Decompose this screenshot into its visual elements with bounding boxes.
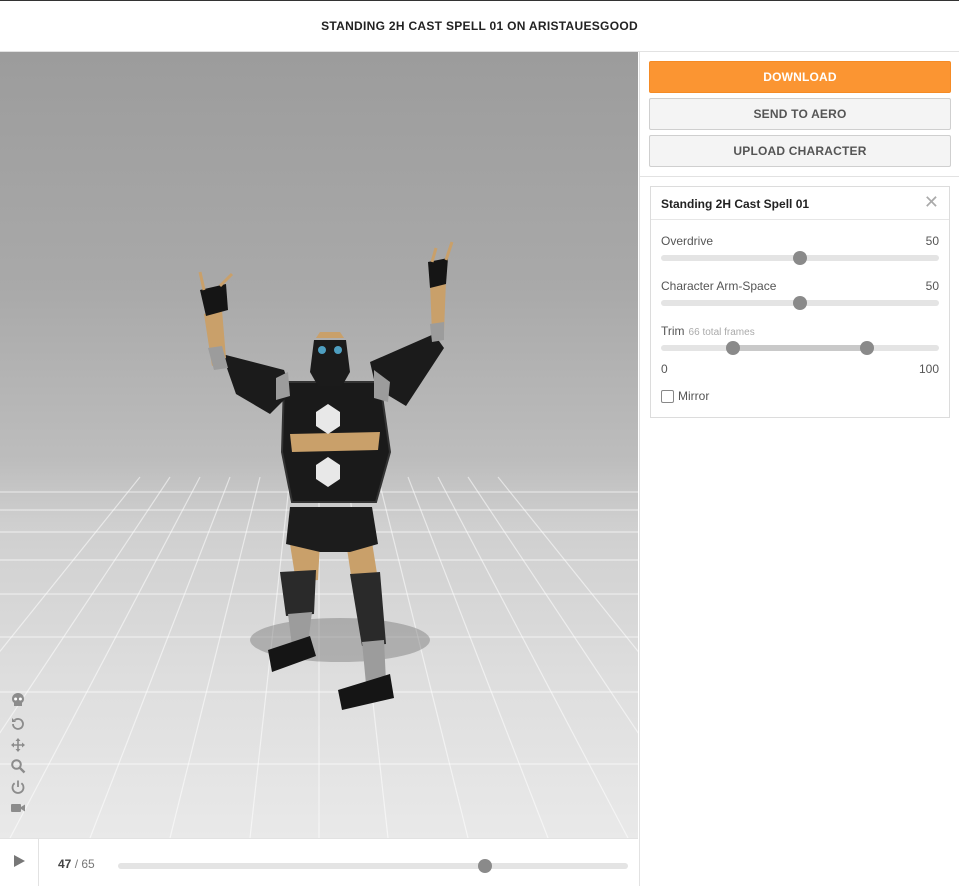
current-frame: 47: [58, 857, 72, 871]
trim-end-thumb[interactable]: [859, 341, 874, 355]
mirror-checkbox[interactable]: Mirror: [661, 389, 709, 403]
viewport-toolbar: [10, 692, 28, 821]
sidebar-divider: [640, 176, 959, 177]
overdrive-label: Overdrive: [661, 234, 714, 248]
overdrive-value: 50: [925, 234, 939, 248]
trim-min-label: 0: [661, 362, 668, 376]
timeline-thumb[interactable]: [478, 859, 493, 873]
trim-range-fill: [733, 345, 867, 351]
move-icon[interactable]: [10, 737, 26, 753]
arm-space-label: Character Arm-Space: [661, 279, 777, 293]
camera-icon[interactable]: [10, 800, 26, 816]
power-icon[interactable]: [10, 779, 26, 795]
close-icon[interactable]: ✕: [924, 193, 939, 211]
send-to-aero-button[interactable]: SEND TO AERO: [649, 98, 951, 130]
trim-label: Trim: [661, 324, 685, 338]
arm-space-value: 50: [925, 279, 939, 293]
overdrive-slider[interactable]: [661, 251, 939, 265]
animation-title: Standing 2H Cast Spell 01: [661, 197, 810, 211]
frame-counter: 47 / 65: [58, 857, 95, 871]
mirror-label: Mirror: [678, 389, 710, 403]
rotate-icon[interactable]: [10, 716, 26, 732]
trim-label-group: Trim 66 total frames: [661, 324, 755, 338]
total-frames: 65: [81, 857, 95, 871]
trim-start-thumb[interactable]: [726, 341, 741, 355]
trim-max-label: 100: [918, 362, 939, 376]
character-scene[interactable]: [0, 52, 638, 838]
skull-icon[interactable]: [10, 692, 26, 708]
animation-settings-panel: Standing 2H Cast Spell 01 ✕ Overdrive 50…: [650, 186, 950, 418]
upload-character-button[interactable]: UPLOAD CHARACTER: [649, 135, 951, 167]
arm-space-slider[interactable]: [661, 296, 939, 310]
panel-header: Standing 2H Cast Spell 01 ✕: [651, 187, 949, 220]
play-button[interactable]: [0, 839, 39, 886]
frame-separator: /: [71, 857, 82, 871]
mirror-checkbox-box[interactable]: [661, 389, 674, 403]
page-title: STANDING 2H CAST SPELL 01 ON ARISTAUESGO…: [321, 19, 638, 33]
download-button[interactable]: DOWNLOAD: [649, 61, 951, 93]
overdrive-thumb[interactable]: [793, 251, 807, 265]
viewport-3d[interactable]: [0, 52, 638, 838]
play-icon: [12, 854, 26, 873]
zoom-icon[interactable]: [10, 758, 26, 774]
top-bar: STANDING 2H CAST SPELL 01 ON ARISTAUESGO…: [0, 0, 959, 52]
sidebar: DOWNLOAD SEND TO AERO UPLOAD CHARACTER S…: [639, 52, 959, 886]
arm-space-thumb[interactable]: [793, 296, 807, 310]
trim-total-frames: 66 total frames: [688, 327, 755, 338]
playback-bar: 47 / 65: [0, 838, 638, 886]
timeline-scrubber[interactable]: [118, 859, 628, 873]
trim-slider[interactable]: [661, 341, 939, 355]
